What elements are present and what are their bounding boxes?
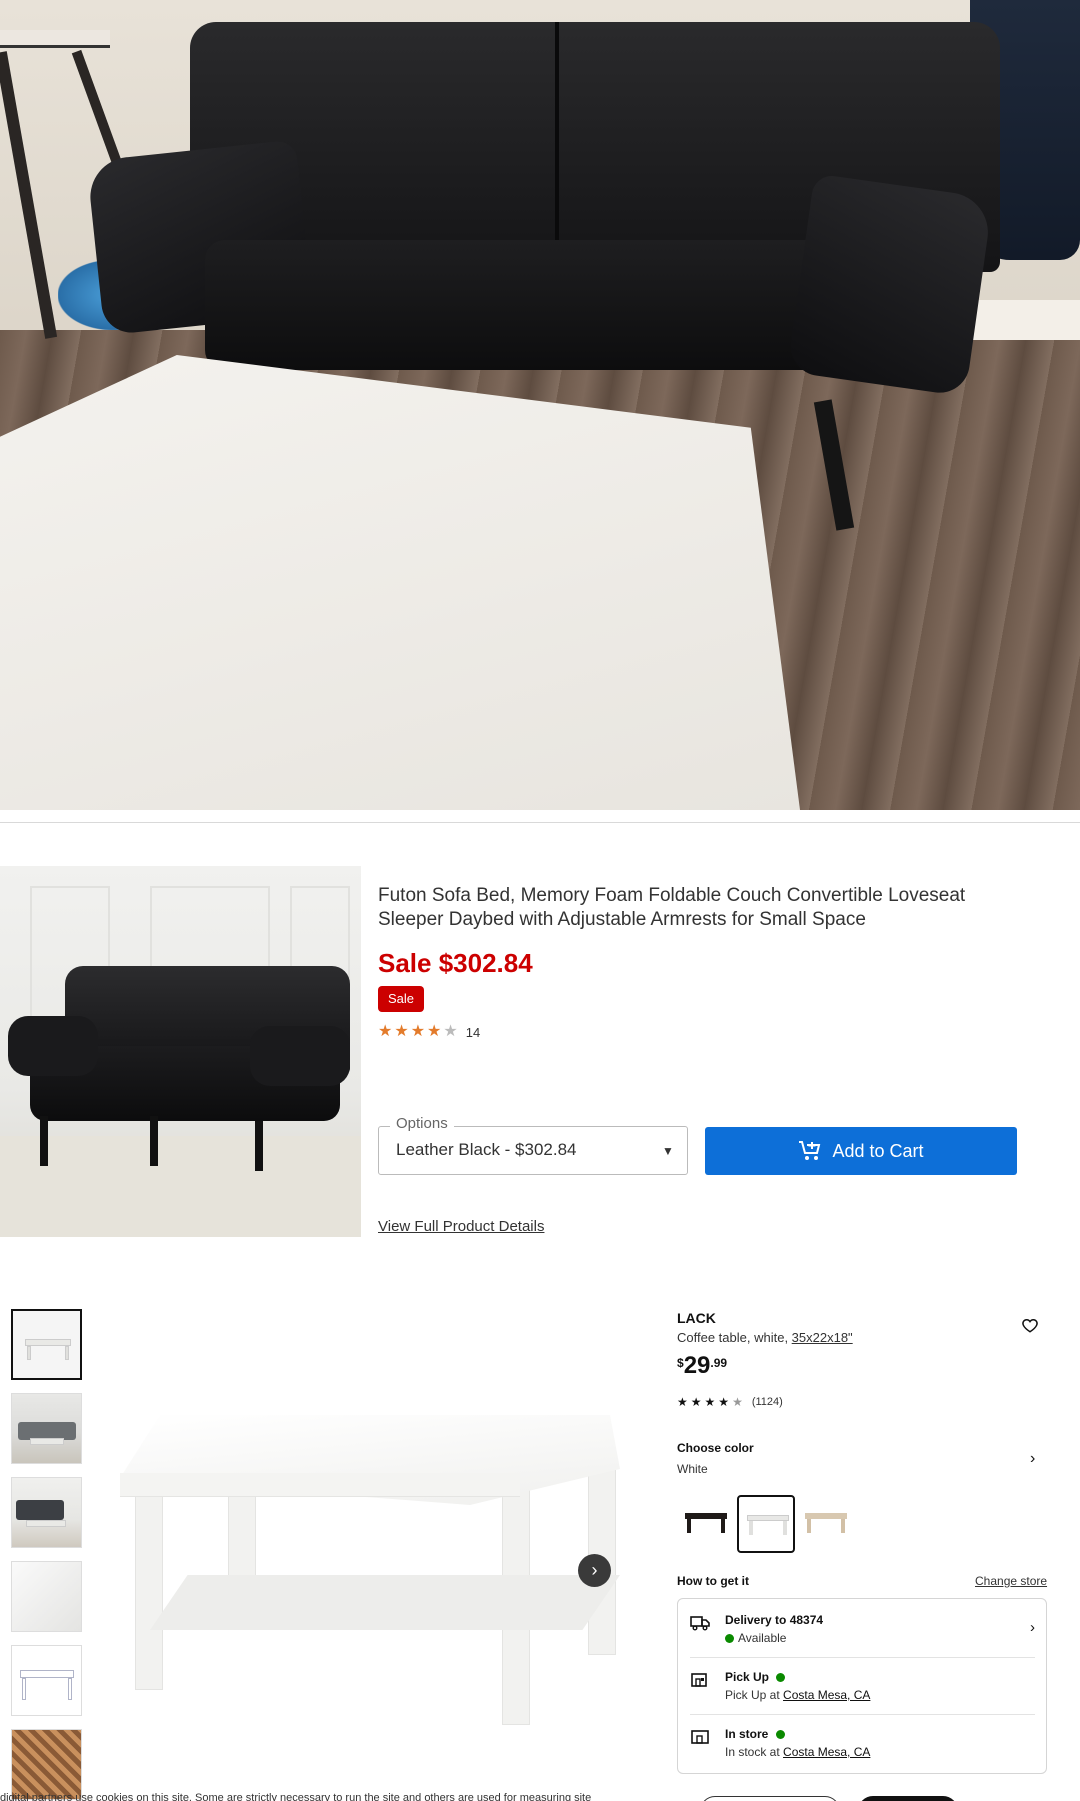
star-icon: ★: [718, 1395, 730, 1409]
pickup-store-link[interactable]: Costa Mesa, CA: [783, 1688, 870, 1702]
sale-badge: Sale: [378, 986, 425, 1012]
color-swatch-white[interactable]: [737, 1495, 795, 1553]
add-to-cart-button[interactable]: Add to Cart: [705, 1127, 1017, 1175]
cookie-banner: digital partners use cookies on this sit…: [0, 1792, 1080, 1801]
table-shelf: [150, 1575, 620, 1630]
pickup-title-text: Pick Up: [725, 1670, 770, 1684]
thumbnail-5[interactable]: [11, 1645, 82, 1716]
chevron-right-icon[interactable]: ›: [1030, 1450, 1035, 1468]
table-apron: [120, 1473, 520, 1497]
desk-leg: [0, 51, 58, 339]
product-image-futon[interactable]: [0, 866, 361, 1237]
thumbnail-strip: [11, 1309, 82, 1801]
available-dot-icon: [725, 1634, 734, 1643]
in-store-title: In store: [725, 1727, 789, 1741]
star-icon: ★: [427, 1023, 442, 1040]
product-price: $ 29 .99: [677, 1352, 727, 1380]
futon-leg: [255, 1121, 263, 1171]
available-dot-icon: [776, 1673, 786, 1682]
description-text: Coffee table, white,: [677, 1330, 792, 1345]
hero-photo-sofa-and-table: [0, 0, 1080, 810]
thumbnail-6[interactable]: [11, 1729, 82, 1800]
product-title[interactable]: Futon Sofa Bed, Memory Foam Foldable Cou…: [378, 884, 1018, 932]
delivery-option[interactable]: Delivery to 48374 Available ›: [690, 1613, 1035, 1653]
delivery-status: Available: [725, 1631, 786, 1645]
price-currency: $: [677, 1356, 684, 1370]
choose-color-label: Choose color: [677, 1441, 754, 1455]
futon-leg: [40, 1116, 48, 1166]
half-star-icon: ★: [732, 1395, 743, 1409]
color-swatch-black-brown[interactable]: [677, 1495, 735, 1553]
pickup-prefix: Pick Up at: [725, 1688, 784, 1702]
star-icon: ★: [704, 1395, 716, 1409]
rating-count: 14: [465, 1024, 481, 1040]
thumbnail-3[interactable]: [11, 1477, 82, 1548]
price-integer: 29: [683, 1352, 711, 1379]
divider: [0, 822, 1080, 823]
sofa-armrest-right: [786, 173, 994, 397]
thumbnail-4[interactable]: [11, 1561, 82, 1632]
truck-icon: [690, 1615, 710, 1631]
color-swatch-white-stained-oak[interactable]: [797, 1495, 855, 1553]
heart-icon[interactable]: [1021, 1316, 1039, 1334]
pickup-location: Pick Up at Costa Mesa, CA: [725, 1688, 870, 1702]
main-product-image-lack-table[interactable]: [110, 1395, 630, 1735]
choose-color-value: White: [677, 1462, 708, 1476]
white-table-top: [0, 355, 800, 810]
in-store-prefix: In stock at: [725, 1745, 784, 1759]
delivery-title: Delivery to 48374: [725, 1613, 824, 1627]
change-store-link[interactable]: Change store: [975, 1574, 1047, 1588]
price-decimal: .99: [710, 1356, 728, 1370]
divider: [690, 1657, 1035, 1658]
store-pickup-icon: [690, 1672, 710, 1688]
view-full-product-details-link[interactable]: View Full Product Details: [378, 1218, 544, 1235]
in-store-location: In stock at Costa Mesa, CA: [725, 1745, 870, 1759]
cookie-settings-button[interactable]: [700, 1796, 840, 1801]
caret-down-icon[interactable]: ▼: [662, 1144, 674, 1158]
divider: [690, 1714, 1035, 1715]
fulfillment-options: Delivery to 48374 Available › Pick Up Pi…: [677, 1598, 1047, 1774]
desk-leg: [71, 49, 123, 167]
futon-leg: [150, 1116, 158, 1166]
pickup-title: Pick Up: [725, 1670, 789, 1684]
dimensions-link[interactable]: 35x22x18": [792, 1330, 853, 1345]
table-leg: [135, 1490, 163, 1690]
chevron-right-icon[interactable]: ›: [1030, 1619, 1035, 1636]
star-icon: ★: [378, 1023, 393, 1040]
delivery-status-text: Available: [738, 1631, 787, 1645]
how-to-get-it-label: How to get it: [677, 1574, 749, 1588]
in-store-title-text: In store: [725, 1727, 769, 1741]
available-dot-icon: [775, 1730, 785, 1739]
rug: [0, 1136, 361, 1237]
options-selected-value[interactable]: Leather Black - $302.84: [396, 1140, 577, 1160]
options-label: Options: [390, 1115, 454, 1132]
pickup-option[interactable]: Pick Up Pick Up at Costa Mesa, CA: [690, 1670, 1035, 1710]
desk: [0, 30, 110, 48]
thumbnail-1[interactable]: [11, 1309, 82, 1380]
chevron-right-icon[interactable]: ›: [578, 1554, 611, 1587]
futon-arm: [8, 1016, 98, 1076]
in-store-location-link[interactable]: Costa Mesa, CA: [783, 1745, 870, 1759]
cart-plus-icon: [798, 1140, 822, 1162]
star-icon: ★: [677, 1395, 688, 1409]
cookie-text: digital partners use cookies on this sit…: [0, 1792, 592, 1801]
product-rating[interactable]: ★ ★ ★ ★ ★ 14: [378, 1024, 480, 1040]
store-icon: [690, 1729, 710, 1745]
add-to-cart-label: Add to Cart: [832, 1140, 924, 1161]
star-icon: ★: [410, 1023, 426, 1040]
star-icon: ★: [690, 1395, 702, 1409]
star-icon: ★: [394, 1023, 409, 1040]
sale-price: Sale $302.84: [378, 948, 533, 978]
half-star-icon: ★: [443, 1023, 458, 1040]
in-store-option[interactable]: In store In stock at Costa Mesa, CA: [690, 1727, 1035, 1767]
futon-arm: [250, 1026, 350, 1086]
ikea-rating[interactable]: ★ ★ ★ ★ ★ (1124): [677, 1395, 783, 1409]
thumbnail-2[interactable]: [11, 1393, 82, 1464]
rating-count: (1124): [751, 1396, 783, 1408]
product-description: Coffee table, white, 35x22x18": [677, 1330, 853, 1345]
product-brand: LACK: [677, 1310, 716, 1326]
cookie-accept-button[interactable]: [858, 1796, 958, 1801]
